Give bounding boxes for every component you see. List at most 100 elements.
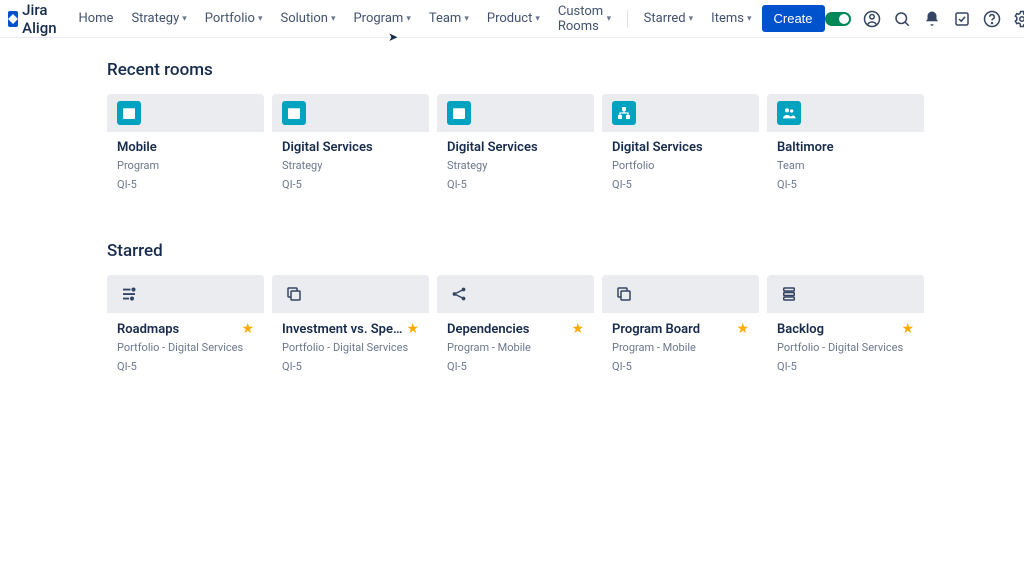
starred-card[interactable]: Roadmaps★Portfolio - Digital ServicesQI-… [107,275,264,383]
roadmap-icon [117,282,141,306]
nav-home-label: Home [78,11,113,26]
card-body: Digital Services Strategy QI-5 [437,132,594,201]
nav-links: Home Strategy▾ Portfolio▾ Solution▾ Prog… [70,0,824,40]
card-title: Digital Services [447,140,538,155]
nav-program[interactable]: Program▾ [345,5,418,32]
toggle-switch[interactable] [825,12,851,26]
account-icon[interactable] [863,10,881,28]
nav-starred[interactable]: Starred▾ [636,5,702,32]
nav-portfolio-label: Portfolio [205,11,255,26]
recent-card[interactable]: Mobile Program QI-5 [107,94,264,201]
nav-product[interactable]: Product▾ [479,5,548,32]
people-icon [777,101,801,125]
nav-home[interactable]: Home [70,5,121,32]
chevron-down-icon: ▾ [535,14,540,24]
card-subtitle: Team [777,159,914,172]
chevron-down-icon: ▾ [406,14,411,24]
card-title: Baltimore [777,140,834,155]
card-subtitle: Program - Mobile [612,341,749,354]
starred-section-title: Starred [107,241,924,261]
starred-card[interactable]: Dependencies★Program - MobileQI-5 [437,275,594,383]
card-meta: QI-5 [282,360,419,373]
chevron-down-icon: ▾ [464,14,469,24]
card-body: Program Board★Program - MobileQI-5 [602,313,759,383]
nav-solution[interactable]: Solution▾ [272,5,343,32]
card-header [602,275,759,313]
nav-right [825,10,1024,28]
starred-card[interactable]: Backlog★Portfolio - Digital ServicesQI-5 [767,275,924,383]
create-button[interactable]: Create [762,5,825,32]
starred-cards-row: Roadmaps★Portfolio - Digital ServicesQI-… [107,275,924,383]
brand[interactable]: Jira Align [8,1,62,37]
card-header [767,275,924,313]
nav-custom-rooms[interactable]: Custom Rooms▾ [550,0,619,40]
card-meta: QI-5 [612,178,749,191]
card-subtitle: Portfolio - Digital Services [777,341,914,354]
search-icon[interactable] [893,10,911,28]
card-title: Mobile [117,140,157,155]
recent-card[interactable]: Baltimore Team QI-5 [767,94,924,201]
card-subtitle: Portfolio - Digital Services [282,341,419,354]
card-subtitle: Portfolio - Digital Services [117,341,254,354]
help-icon[interactable] [983,10,1001,28]
card-meta: QI-5 [117,360,254,373]
card-header [767,94,924,132]
card-subtitle: Strategy [282,159,419,172]
chevron-down-icon: ▾ [258,14,263,24]
nav-custom-rooms-label: Custom Rooms [558,4,604,34]
chevron-down-icon: ▾ [182,14,187,24]
card-header [107,275,264,313]
card-body: Backlog★Portfolio - Digital ServicesQI-5 [767,313,924,383]
card-subtitle: Strategy [447,159,584,172]
brand-label: Jira Align [22,1,62,37]
star-icon[interactable]: ★ [406,321,419,337]
star-icon[interactable]: ★ [241,321,254,337]
card-meta: QI-5 [777,178,914,191]
nav-solution-label: Solution [280,11,327,26]
nav-separator [627,10,628,28]
recent-card[interactable]: Digital Services Strategy QI-5 [437,94,594,201]
calendar-icon [117,101,141,125]
recent-card[interactable]: Digital ServicesStrategyQI-5 [272,94,429,201]
card-title: Investment vs. Spend [282,322,406,337]
nav-strategy[interactable]: Strategy▾ [123,5,194,32]
chevron-down-icon: ▾ [747,14,752,24]
card-subtitle: Program [117,159,254,172]
chevron-down-icon: ▾ [607,14,612,24]
recent-cards-row: Mobile Program QI-5 Digital Services Strateg… [107,94,924,201]
settings-icon[interactable] [1013,10,1024,28]
card-header [272,275,429,313]
nav-items-label: Items [711,11,744,26]
nav-strategy-label: Strategy [131,11,179,26]
recent-section-title: Recent rooms [107,60,924,80]
card-meta: QI-5 [447,360,584,373]
card-body: Baltimore Team QI-5 [767,132,924,201]
nav-team[interactable]: Team▾ [421,5,477,32]
nav-program-label: Program [353,11,403,26]
backlog-icon [777,282,801,306]
main-content: Recent rooms MobileProgramQI-5Digital Se… [0,38,1024,383]
star-icon[interactable]: ★ [736,321,749,337]
card-meta: QI-5 [447,178,584,191]
copy-icon [282,282,306,306]
card-header [107,94,264,132]
calendar-icon [447,101,471,125]
card-header [437,94,594,132]
card-body: Digital ServicesPortfolioQI-5 [602,132,759,201]
card-body: Roadmaps★Portfolio - Digital ServicesQI-… [107,313,264,383]
tasks-icon[interactable] [953,10,971,28]
star-icon[interactable]: ★ [901,321,914,337]
card-subtitle: Program - Mobile [447,341,584,354]
card-body: Dependencies★Program - MobileQI-5 [437,313,594,383]
card-meta: QI-5 [282,178,419,191]
starred-card[interactable]: Investment vs. Spend★ Portfolio - Digital… [272,275,429,383]
starred-card[interactable]: Program Board★Program - MobileQI-5 [602,275,759,383]
notifications-icon[interactable] [923,10,941,28]
card-body: Mobile Program QI-5 [107,132,264,201]
nav-portfolio[interactable]: Portfolio▾ [197,5,271,32]
nav-items[interactable]: Items▾ [703,5,759,32]
card-meta: QI-5 [117,178,254,191]
calendar-icon [282,101,306,125]
star-icon[interactable]: ★ [571,321,584,337]
recent-card[interactable]: Digital ServicesPortfolioQI-5 [602,94,759,201]
